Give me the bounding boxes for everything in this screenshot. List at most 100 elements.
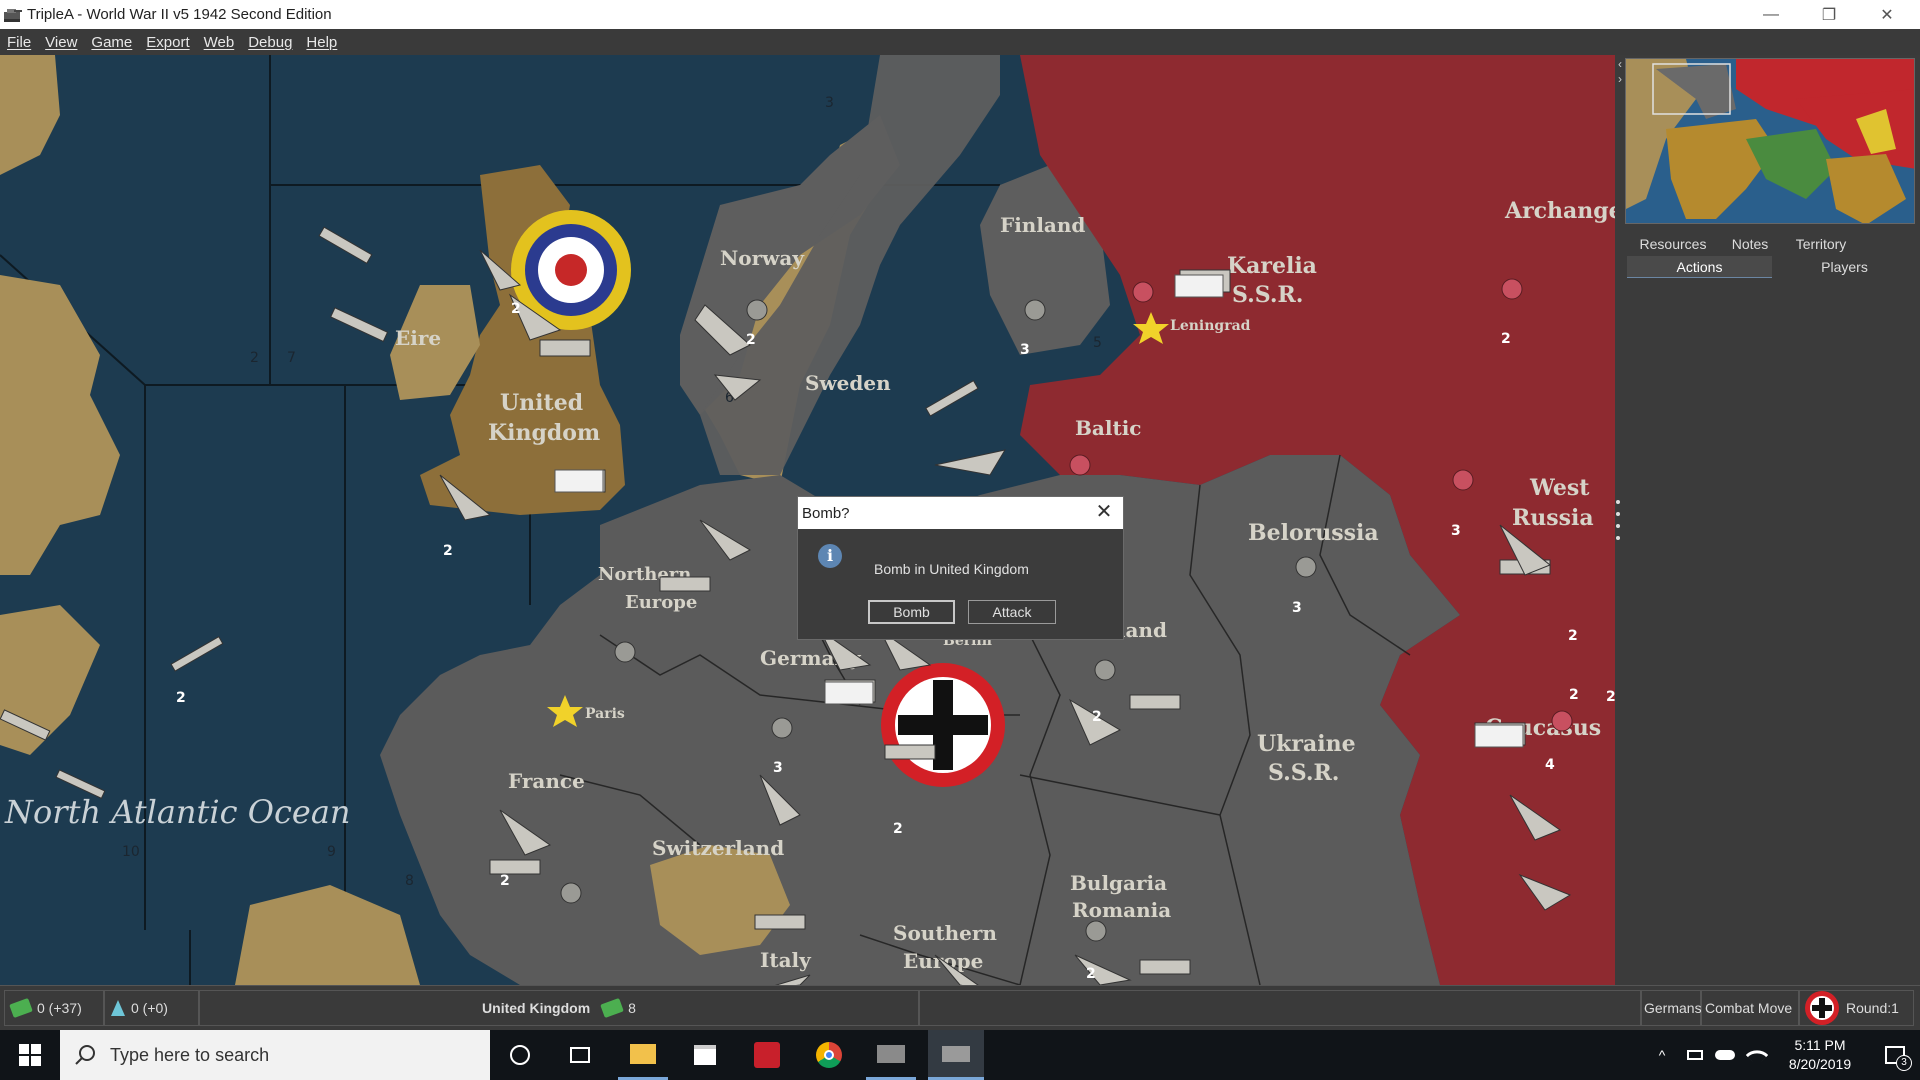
territory-bulgaria-1[interactable]: Bulgaria <box>1070 871 1167 895</box>
unit-count: 4 <box>1545 757 1555 773</box>
territory-ukraine-1[interactable]: Ukraine <box>1257 731 1356 757</box>
territory-southern-europe-1[interactable]: Southern <box>893 921 997 945</box>
clock-time: 5:11 PM <box>1794 1037 1846 1053</box>
german-roundel-icon <box>1805 991 1839 1025</box>
pus-indicator: 0 (+37) <box>4 990 104 1026</box>
dialog-title-bar: Bomb? ✕ <box>798 497 1123 529</box>
panel-tabs-row-2: Actions Players <box>1627 256 1917 278</box>
panel-resize-handle[interactable] <box>1615 500 1621 540</box>
title-bar: TripleA - World War II v5 1942 Second Ed… <box>0 0 1920 29</box>
mini-map-canvas <box>1626 59 1914 223</box>
territory-sweden[interactable]: Sweden <box>805 371 891 395</box>
panel-tabs-row-1: Resources Notes Territory <box>1627 233 1917 255</box>
unit-count: 2 <box>746 332 756 348</box>
territory-baltic[interactable]: Baltic <box>1075 416 1141 440</box>
territory-switzerland[interactable]: Switzerland <box>652 836 784 860</box>
menu-debug[interactable]: Debug <box>241 34 299 51</box>
dialog-message: Bomb in United Kingdom <box>874 561 1029 577</box>
territory-bulgaria-2[interactable]: Romania <box>1072 898 1171 922</box>
app-eagle-icon[interactable] <box>742 1030 792 1080</box>
notification-count: 3 <box>1896 1055 1912 1071</box>
game-map[interactable]: North Atlantic Ocean Finland Norway Swed… <box>0 55 1615 985</box>
territory-italy[interactable]: Italy <box>760 948 812 972</box>
territory-norway-label[interactable]: Norway <box>720 246 805 270</box>
bomb-button[interactable]: Bomb <box>868 600 955 624</box>
territory-finland[interactable]: Finland <box>1000 213 1085 237</box>
wifi-icon[interactable] <box>1744 1030 1770 1080</box>
store-icon[interactable] <box>680 1030 730 1080</box>
territory-archangel[interactable]: Archange <box>1504 198 1615 224</box>
close-button[interactable]: ✕ <box>1858 0 1916 29</box>
territory-eire[interactable]: Eire <box>395 326 441 350</box>
territory-west-russia-2[interactable]: Russia <box>1512 505 1594 531</box>
menu-file[interactable]: File <box>0 34 38 51</box>
tab-notes[interactable]: Notes <box>1719 233 1781 255</box>
current-phase: Combat Move <box>1701 990 1799 1026</box>
territory-karelia-2[interactable]: S.S.R. <box>1232 282 1303 308</box>
chrome-icon[interactable] <box>804 1030 854 1080</box>
unit-count: 2 <box>1086 966 1096 982</box>
unit-count: 2 <box>1501 331 1511 347</box>
territory-karelia-1[interactable]: Karelia <box>1227 253 1317 279</box>
pus-value: 0 (+37) <box>37 1000 82 1016</box>
file-explorer-icon[interactable] <box>618 1030 668 1080</box>
triplea-taskbar-icon[interactable] <box>866 1030 916 1080</box>
taskbar-search[interactable]: Type here to search <box>60 1030 490 1080</box>
collapse-left-icon[interactable]: ‹ <box>1615 57 1625 71</box>
unit-count: 2 <box>443 543 453 559</box>
unit-count: 2 <box>511 301 521 317</box>
sea-zone-number: 9 <box>327 844 336 860</box>
menu-game[interactable]: Game <box>84 34 139 51</box>
city-leningrad: Leningrad <box>1170 318 1251 334</box>
clock[interactable]: 5:11 PM 8/20/2019 <box>1775 1030 1865 1080</box>
maximize-button[interactable]: ❐ <box>1800 0 1858 29</box>
clock-date: 8/20/2019 <box>1788 1056 1852 1072</box>
onedrive-icon[interactable] <box>1712 1030 1738 1080</box>
territory-uk-1[interactable]: United <box>500 390 583 416</box>
territory-belorussia[interactable]: Belorussia <box>1248 520 1379 546</box>
task-view-icon[interactable] <box>555 1030 605 1080</box>
status-bar: 0 (+37) 0 (+0) United Kingdom 8 Germans … <box>0 985 1920 1030</box>
menu-help[interactable]: Help <box>299 34 344 51</box>
minimize-button[interactable]: — <box>1742 0 1800 29</box>
territory-value: 8 <box>628 1000 636 1016</box>
battery-icon[interactable] <box>1682 1030 1708 1080</box>
flask-icon <box>111 1000 125 1016</box>
notifications-icon[interactable]: 3 <box>1870 1030 1920 1080</box>
tray-expand-icon[interactable]: ^ <box>1650 1030 1674 1080</box>
dialog-close-icon[interactable]: ✕ <box>1093 501 1115 523</box>
unit-count: 3 <box>1292 600 1302 616</box>
sea-zone-number: 8 <box>405 873 414 889</box>
mini-map[interactable] <box>1625 58 1915 224</box>
sea-zone-number: 3 <box>825 95 834 111</box>
menu-export[interactable]: Export <box>139 34 196 51</box>
unit-count: 2 <box>1092 709 1102 725</box>
cortana-icon[interactable] <box>495 1030 545 1080</box>
current-player: Germans <box>1641 990 1702 1026</box>
territory-ukraine-2[interactable]: S.S.R. <box>1268 760 1339 786</box>
ocean-label: North Atlantic Ocean <box>4 793 351 831</box>
collapse-right-icon[interactable]: › <box>1615 72 1625 86</box>
menu-web[interactable]: Web <box>197 34 242 51</box>
search-placeholder: Type here to search <box>110 1044 270 1065</box>
tab-players[interactable]: Players <box>1772 256 1917 278</box>
start-button[interactable] <box>0 1030 60 1080</box>
territory-north-europe-2[interactable]: Europe <box>625 592 697 613</box>
attack-button[interactable]: Attack <box>968 600 1056 624</box>
triplea-active-window-icon[interactable] <box>928 1030 984 1080</box>
territory-uk-2[interactable]: Kingdom <box>488 420 600 446</box>
menu-view[interactable]: View <box>38 34 84 51</box>
unit-count: 2 <box>1569 687 1579 703</box>
unit-count: 3 <box>1451 523 1461 539</box>
tab-territory[interactable]: Territory <box>1781 233 1861 255</box>
tab-resources[interactable]: Resources <box>1627 233 1719 255</box>
window-title: TripleA - World War II v5 1942 Second Ed… <box>27 6 332 23</box>
tab-actions[interactable]: Actions <box>1627 256 1772 278</box>
info-icon: i <box>818 544 842 568</box>
unit-count: 2 <box>893 821 903 837</box>
hovered-territory: United Kingdom <box>482 1000 591 1016</box>
sea-zone-number: 7 <box>287 350 296 366</box>
territory-france[interactable]: France <box>508 769 585 793</box>
territory-west-russia-1[interactable]: West <box>1529 475 1590 501</box>
unit-count: 2 <box>1568 628 1578 644</box>
